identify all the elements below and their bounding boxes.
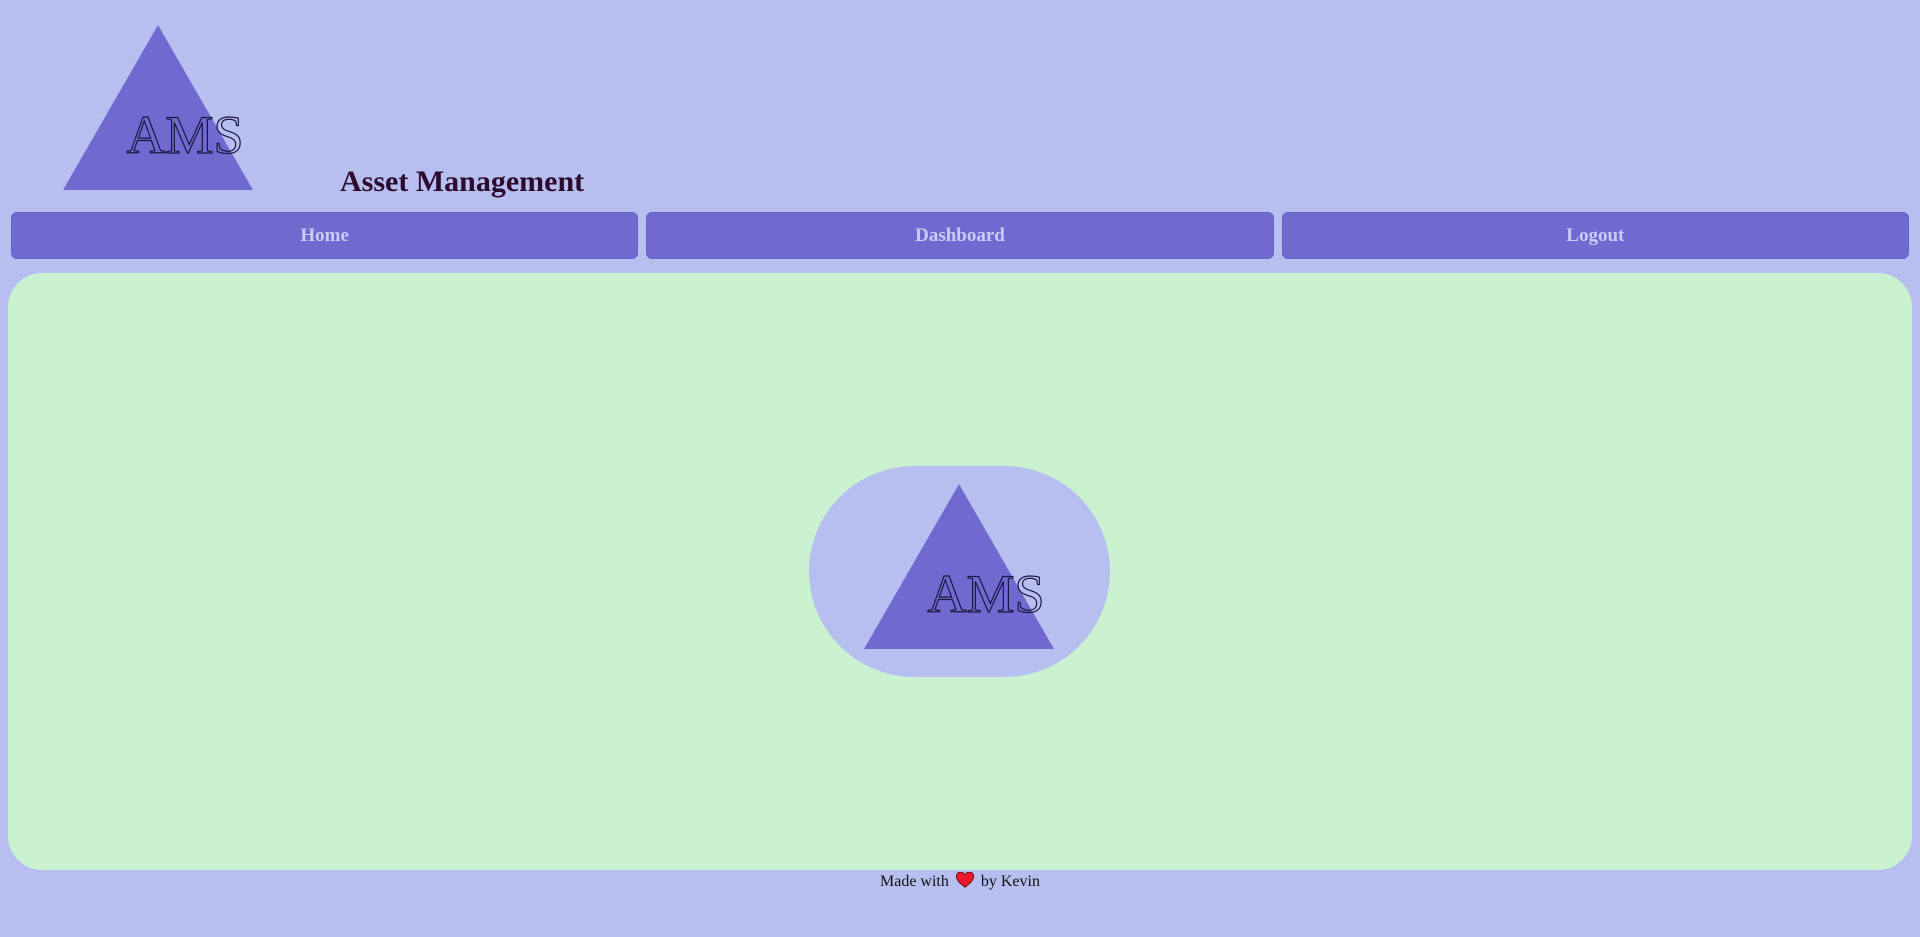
- logo-text: AMS: [927, 564, 1044, 624]
- nav-home-button[interactable]: Home: [11, 212, 639, 259]
- header-logo: AMS: [63, 25, 253, 190]
- nav-dashboard-button[interactable]: Dashboard: [646, 212, 1274, 259]
- footer-suffix: by Kevin: [980, 873, 1040, 890]
- center-logo: AMS: [864, 484, 1054, 649]
- center-logo-badge: AMS: [809, 466, 1110, 677]
- heart-icon: [955, 872, 974, 888]
- footer: Made with by Kevin: [0, 871, 1920, 893]
- footer-prefix: Made with: [880, 873, 949, 890]
- ams-logo-icon: AMS: [63, 25, 253, 190]
- logo-text: AMS: [126, 105, 243, 165]
- page-title: Asset Management: [340, 165, 585, 198]
- main-content-panel: AMS: [8, 273, 1912, 870]
- ams-logo-icon: AMS: [864, 484, 1054, 649]
- nav-logout-button[interactable]: Logout: [1281, 212, 1909, 259]
- main-nav: Home Dashboard Logout: [11, 212, 1909, 259]
